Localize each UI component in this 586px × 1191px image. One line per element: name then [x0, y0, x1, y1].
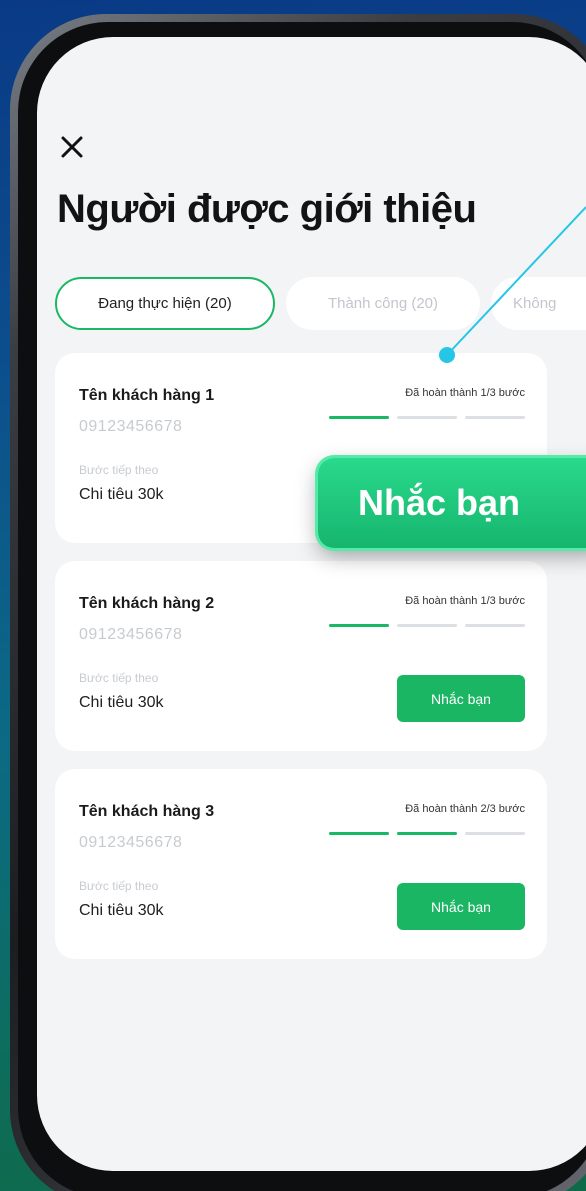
progress-step-done	[329, 416, 389, 419]
progress-step-pending	[397, 624, 457, 627]
progress-step-pending	[465, 416, 525, 419]
remind-callout-button[interactable]: Nhắc bạn	[318, 458, 586, 548]
progress-step-pending	[465, 832, 525, 835]
close-icon[interactable]	[57, 132, 87, 162]
tab-bar: Đang thực hiện (20) Thành công (20) Khôn…	[55, 277, 586, 330]
progress-step-done	[329, 832, 389, 835]
progress-steps	[329, 832, 525, 836]
app-screen: Người được giới thiệu Đang thực hiện (20…	[37, 37, 586, 1171]
customer-phone: 09123456678	[79, 418, 183, 435]
progress-step-done	[329, 624, 389, 627]
progress-text: Đã hoàn thành 1/3 bước	[405, 595, 525, 607]
remind-button[interactable]: Nhắc bạn	[397, 883, 525, 930]
tab-success[interactable]: Thành công (20)	[286, 277, 480, 330]
customer-name: Tên khách hàng 3	[79, 803, 215, 820]
next-step-label: Bước tiếp theo	[79, 463, 159, 477]
tab-in-progress[interactable]: Đang thực hiện (20)	[55, 277, 275, 330]
next-step-label: Bước tiếp theo	[79, 879, 159, 893]
progress-step-done	[397, 832, 457, 835]
progress-text: Đã hoàn thành 2/3 bước	[405, 803, 525, 815]
tab-failed[interactable]: Không	[491, 277, 586, 330]
page-title: Người được giới thiệu	[57, 187, 477, 231]
next-step-label: Bước tiếp theo	[79, 671, 159, 685]
next-step-value: Chi tiêu 30k	[79, 486, 164, 503]
progress-steps	[329, 416, 525, 420]
customer-name: Tên khách hàng 2	[79, 595, 215, 612]
next-step-value: Chi tiêu 30k	[79, 902, 164, 919]
next-step-value: Chi tiêu 30k	[79, 694, 164, 711]
referral-card: Tên khách hàng 3 09123456678 Bước tiếp t…	[55, 769, 547, 959]
referral-card: Tên khách hàng 2 09123456678 Bước tiếp t…	[55, 561, 547, 751]
customer-name: Tên khách hàng 1	[79, 387, 215, 404]
customer-phone: 09123456678	[79, 834, 183, 851]
progress-steps	[329, 624, 525, 628]
progress-step-pending	[397, 416, 457, 419]
remind-button[interactable]: Nhắc bạn	[397, 675, 525, 722]
customer-phone: 09123456678	[79, 626, 183, 643]
progress-step-pending	[465, 624, 525, 627]
progress-text: Đã hoàn thành 1/3 bước	[405, 387, 525, 399]
